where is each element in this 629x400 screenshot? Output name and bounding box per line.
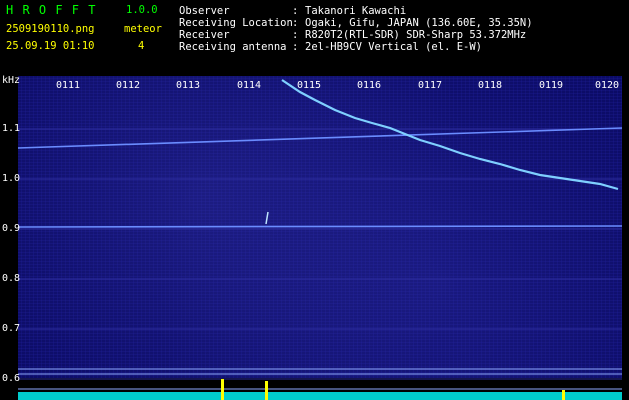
meteor-trail bbox=[281, 79, 619, 191]
x-tick-label: 0111 bbox=[56, 80, 81, 91]
level-spike-2 bbox=[265, 381, 268, 400]
y-tick-label: 0.6 bbox=[2, 373, 21, 384]
x-tick-label: 0115 bbox=[297, 80, 322, 91]
x-tick-label: 0112 bbox=[116, 80, 141, 91]
waterfall-overlay bbox=[17, 79, 623, 400]
ping-echo bbox=[265, 211, 269, 225]
y-tick-label: 1.1 bbox=[2, 123, 21, 134]
x-tick-label: 0113 bbox=[176, 80, 201, 91]
x-tick-label: 0117 bbox=[418, 80, 443, 91]
x-tick-label: 0120 bbox=[595, 80, 620, 91]
x-tick-label: 0118 bbox=[478, 80, 503, 91]
y-tick-label: 0.7 bbox=[2, 323, 21, 334]
x-tick-label: 0114 bbox=[237, 80, 262, 91]
carrier-line-upper bbox=[17, 127, 623, 149]
level-spike-3 bbox=[562, 390, 565, 400]
x-tick-label: 0119 bbox=[539, 80, 564, 91]
level-band bbox=[18, 392, 622, 400]
x-tick-label: 0116 bbox=[357, 80, 382, 91]
y-tick-label: 1.0 bbox=[2, 173, 21, 184]
carrier-line-lower bbox=[17, 225, 623, 228]
y-tick-label: 0.8 bbox=[2, 273, 21, 284]
y-tick-label: 0.9 bbox=[2, 223, 21, 234]
level-spike-1 bbox=[221, 379, 224, 400]
y-axis-unit: kHz bbox=[2, 75, 21, 86]
